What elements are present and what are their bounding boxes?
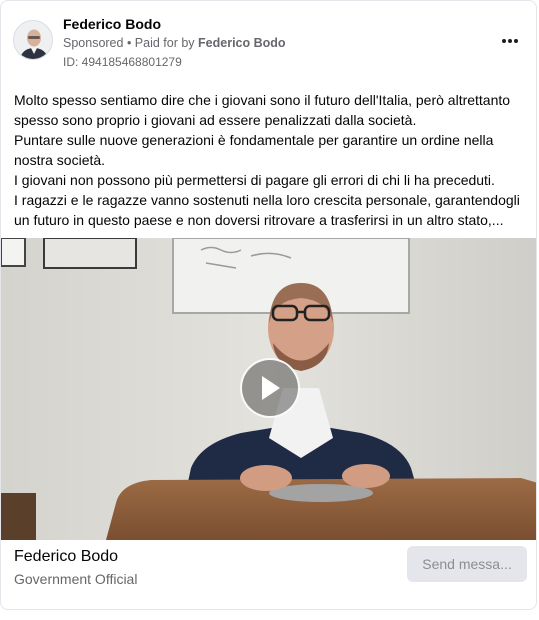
post-text-line: Molto spesso sentiamo dire che i giovani…	[14, 92, 511, 108]
post-text: Molto spesso sentiamo dire che i giovani…	[14, 90, 526, 230]
footer-page-category: Government Official	[14, 571, 138, 587]
sponsored-label: Sponsored	[63, 36, 124, 50]
library-id: ID: 494185468801279	[63, 55, 182, 69]
ad-card: Federico Bodo Sponsored • Paid for by Fe…	[0, 0, 537, 610]
post-text-line: I ragazzi e le ragazze vanno sostenuti n…	[14, 192, 520, 208]
advertiser-name[interactable]: Federico Bodo	[63, 16, 161, 32]
footer-page-name[interactable]: Federico Bodo	[14, 548, 118, 566]
meta-separator: •	[123, 36, 135, 50]
post-text-line: spesso sono proprio i giovani ad essere …	[14, 112, 417, 128]
post-header: Federico Bodo Sponsored • Paid for by Fe…	[13, 13, 524, 73]
post-text-line: un futuro in questo paese e non doversi …	[14, 212, 504, 228]
more-horizontal-icon[interactable]	[496, 31, 524, 51]
paid-for-name: Federico Bodo	[198, 36, 286, 50]
post-text-line: nostra società.	[14, 152, 106, 168]
post-text-line: Puntare sulle nuove generazioni è fondam…	[14, 132, 494, 148]
play-icon[interactable]	[240, 358, 300, 418]
send-message-button[interactable]: Send messa...	[407, 546, 527, 582]
post-text-line: I giovani non possono più permettersi di…	[14, 172, 495, 188]
sponsored-line: Sponsored • Paid for by Federico Bodo	[63, 36, 286, 50]
play-triangle	[262, 376, 280, 400]
avatar[interactable]	[13, 20, 53, 60]
avatar-photo	[14, 21, 52, 59]
paid-for-prefix: Paid for by	[134, 36, 199, 50]
